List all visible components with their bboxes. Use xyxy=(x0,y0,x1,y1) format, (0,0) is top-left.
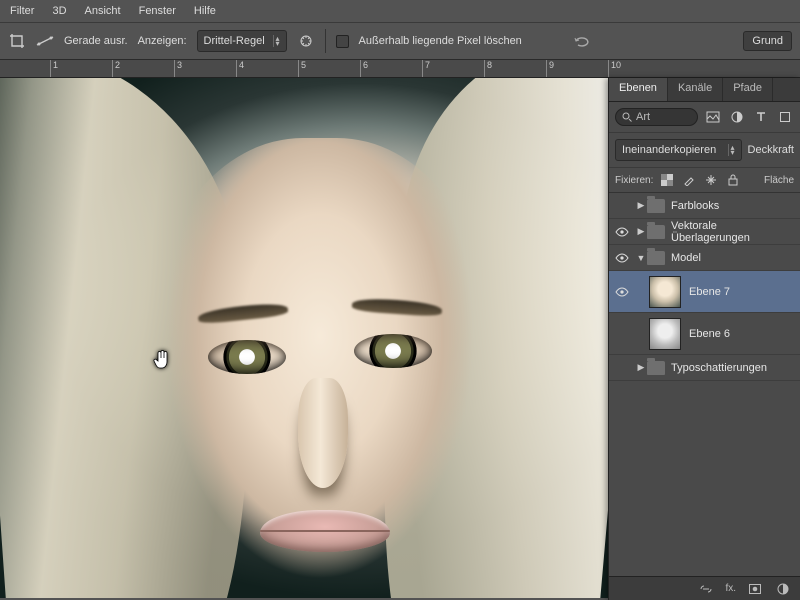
tab-paths[interactable]: Pfade xyxy=(723,78,773,101)
layer-name[interactable]: Vektorale Überlagerungen xyxy=(671,220,796,244)
folder-icon xyxy=(647,251,665,265)
visibility-toggle[interactable] xyxy=(609,227,635,237)
filter-shape-icon[interactable] xyxy=(776,109,794,125)
ruler-tick: 7 xyxy=(422,60,430,77)
overlay-dropdown[interactable]: Drittel-Regel ▴▾ xyxy=(197,30,287,52)
layer-ebene6[interactable]: Ebene 6 xyxy=(609,313,800,355)
reset-button[interactable]: Grund xyxy=(743,31,792,51)
layer-name[interactable]: Typoschattierungen xyxy=(671,362,796,374)
expand-arrow-icon[interactable]: ▶ xyxy=(635,226,647,237)
visibility-toggle[interactable] xyxy=(609,287,635,297)
ruler-tick: 9 xyxy=(546,60,554,77)
menu-bar: Filter 3D Ansicht Fenster Hilfe xyxy=(0,0,800,22)
search-icon xyxy=(622,112,632,122)
layer-ebene7[interactable]: Ebene 7 xyxy=(609,271,800,313)
blend-row: Ineinanderkopieren ▴▾ Deckkraft xyxy=(609,133,800,168)
eye-icon xyxy=(615,287,629,297)
layer-group-vectors[interactable]: ▶ Vektorale Überlagerungen xyxy=(609,219,800,245)
lock-row: Fixieren: Fläche xyxy=(609,168,800,193)
expand-arrow-icon[interactable]: ▶ xyxy=(635,362,647,373)
menu-help[interactable]: Hilfe xyxy=(194,5,216,17)
layer-name[interactable]: Model xyxy=(671,252,796,264)
lock-all-icon[interactable] xyxy=(725,172,741,188)
ruler-tick: 2 xyxy=(112,60,120,77)
fx-label[interactable]: fx. xyxy=(725,583,736,594)
document-canvas[interactable] xyxy=(0,78,620,598)
folder-icon xyxy=(647,361,665,375)
panel-tabs: Ebenen Kanäle Pfade xyxy=(609,78,800,102)
visibility-toggle[interactable] xyxy=(609,253,635,263)
eye-icon xyxy=(615,227,629,237)
layer-filter-row: Art xyxy=(609,102,800,133)
layer-group-model[interactable]: ▼ Model xyxy=(609,245,800,271)
layer-group-farblooks[interactable]: ▶ Farblooks xyxy=(609,193,800,219)
layer-thumbnail[interactable] xyxy=(649,276,681,308)
menu-window[interactable]: Fenster xyxy=(139,5,176,17)
straighten-label: Gerade ausr. xyxy=(64,35,128,47)
ruler-tick: 3 xyxy=(174,60,182,77)
show-label: Anzeigen: xyxy=(138,35,187,47)
delete-outside-label: Außerhalb liegende Pixel löschen xyxy=(359,35,522,47)
filter-adjust-icon[interactable] xyxy=(728,109,746,125)
lock-position-icon[interactable] xyxy=(703,172,719,188)
lock-pixels-icon[interactable] xyxy=(681,172,697,188)
filter-type-icon[interactable] xyxy=(752,109,770,125)
eye-icon xyxy=(615,253,629,263)
layers-panel: Ebenen Kanäle Pfade Art Ineinanderkopier… xyxy=(608,78,800,600)
layers-list: ▶ Farblooks ▶ Vektorale Überlagerungen ▼… xyxy=(609,193,800,576)
straighten-icon[interactable] xyxy=(36,32,54,50)
layer-group-typo[interactable]: ▶ Typoschattierungen xyxy=(609,355,800,381)
image-content xyxy=(260,510,390,552)
overlay-cycle-icon[interactable] xyxy=(297,32,315,50)
tab-layers[interactable]: Ebenen xyxy=(609,78,668,101)
crop-tool-icon[interactable] xyxy=(8,32,26,50)
opacity-label: Deckkraft xyxy=(748,144,794,156)
menu-filter[interactable]: Filter xyxy=(10,5,34,17)
menu-view[interactable]: Ansicht xyxy=(85,5,121,17)
folder-icon xyxy=(647,225,665,239)
blend-mode-dropdown[interactable]: Ineinanderkopieren ▴▾ xyxy=(615,139,742,161)
image-content xyxy=(298,378,348,488)
fill-label: Fläche xyxy=(764,175,794,186)
tab-channels[interactable]: Kanäle xyxy=(668,78,723,101)
filter-pixel-icon[interactable] xyxy=(704,109,722,125)
add-mask-icon[interactable] xyxy=(746,581,764,597)
menu-3d[interactable]: 3D xyxy=(52,5,66,17)
layers-panel-footer: fx. xyxy=(609,576,800,600)
image-content xyxy=(354,334,432,368)
ruler-tick: 8 xyxy=(484,60,492,77)
undo-icon[interactable] xyxy=(572,32,590,50)
layer-name[interactable]: Ebene 7 xyxy=(689,286,796,298)
layer-name[interactable]: Farblooks xyxy=(671,200,796,212)
hand-cursor-icon xyxy=(152,348,172,370)
delete-outside-checkbox[interactable] xyxy=(336,35,349,48)
expand-arrow-icon[interactable]: ▶ xyxy=(635,200,647,211)
horizontal-ruler: 1 2 3 4 5 6 7 8 9 10 xyxy=(0,60,800,78)
lock-label: Fixieren: xyxy=(615,175,653,186)
ruler-tick: 5 xyxy=(298,60,306,77)
layer-filter-dropdown[interactable]: Art xyxy=(615,108,698,126)
ruler-tick: 10 xyxy=(608,60,621,77)
collapse-arrow-icon[interactable]: ▼ xyxy=(635,253,647,263)
blend-mode-value: Ineinanderkopieren xyxy=(622,144,716,156)
layer-name[interactable]: Ebene 6 xyxy=(689,328,796,340)
options-bar: Gerade ausr. Anzeigen: Drittel-Regel ▴▾ … xyxy=(0,22,800,60)
layer-thumbnail[interactable] xyxy=(649,318,681,350)
layer-filter-label: Art xyxy=(636,111,650,123)
folder-icon xyxy=(647,199,665,213)
lock-transparency-icon[interactable] xyxy=(659,172,675,188)
ruler-tick: 4 xyxy=(236,60,244,77)
ruler-tick: 1 xyxy=(50,60,58,77)
new-adjustment-icon[interactable] xyxy=(774,581,792,597)
link-layers-icon[interactable] xyxy=(697,581,715,597)
ruler-tick: 6 xyxy=(360,60,368,77)
image-content xyxy=(208,340,286,374)
overlay-dropdown-value: Drittel-Regel xyxy=(204,35,265,47)
